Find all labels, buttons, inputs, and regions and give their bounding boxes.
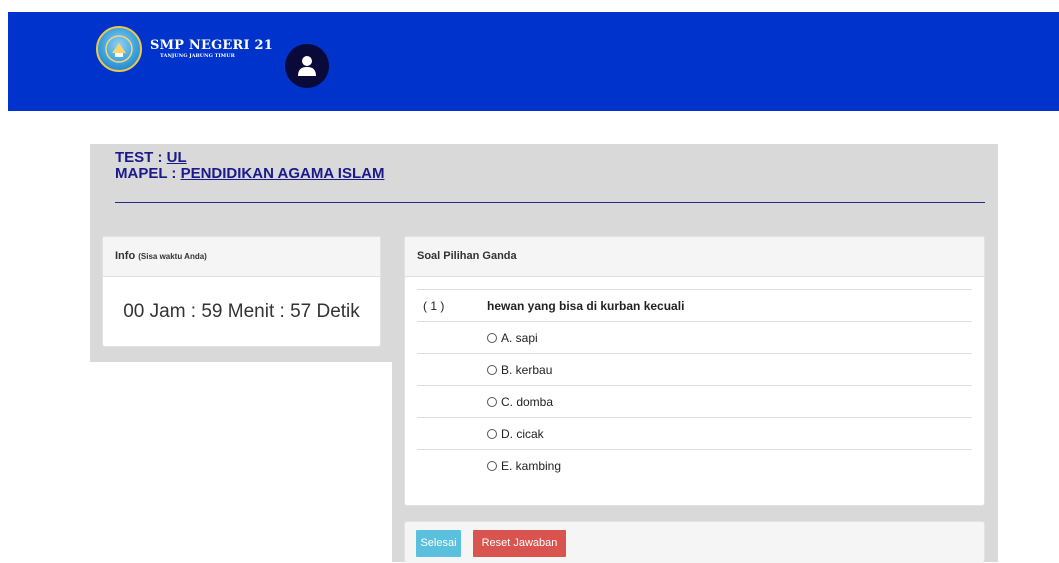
- option-label: B. kerbau: [501, 362, 553, 377]
- option-label: E. kambing: [501, 458, 562, 473]
- radio-button[interactable]: [487, 460, 497, 471]
- question-number: ( 1 ): [423, 298, 445, 313]
- option-row: E. kambing: [417, 449, 972, 481]
- question-table: ( 1 ) hewan yang bisa di kurban kecuali …: [417, 289, 972, 481]
- option-e[interactable]: E. kambing: [487, 459, 561, 473]
- radio-button[interactable]: [487, 364, 497, 375]
- option-d[interactable]: D. cicak: [487, 427, 544, 441]
- question-text: hewan yang bisa di kurban kecuali: [487, 298, 685, 313]
- question-card: Soal Pilihan Ganda ( 1 ) hewan yang bisa…: [404, 236, 985, 506]
- test-label: TEST :: [115, 149, 167, 166]
- info-subtitle: (Sisa waktu Anda): [138, 252, 207, 261]
- school-name: SMP NEGERI 21: [150, 38, 273, 53]
- option-row: D. cicak: [417, 417, 972, 449]
- option-row: B. kerbau: [417, 353, 972, 385]
- radio-button[interactable]: [487, 428, 497, 439]
- countdown-timer: 00 Jam : 59 Menit : 57 Detik: [123, 301, 360, 322]
- option-row: C. domba: [417, 385, 972, 417]
- option-label: A. sapi: [501, 330, 538, 345]
- divider: [115, 202, 985, 203]
- option-label: C. domba: [501, 394, 554, 409]
- option-c[interactable]: C. domba: [487, 395, 553, 409]
- question-row: ( 1 ) hewan yang bisa di kurban kecuali: [417, 289, 972, 321]
- finish-button[interactable]: Selesai: [416, 530, 461, 557]
- test-value: UL: [166, 149, 187, 166]
- radio-button[interactable]: [487, 332, 497, 343]
- info-title: Info: [115, 250, 139, 262]
- school-emblem-icon: [96, 26, 142, 72]
- radio-button[interactable]: [487, 396, 497, 407]
- user-icon: [298, 56, 316, 76]
- info-card-header: Info (Sisa waktu Anda): [103, 237, 380, 277]
- school-logo[interactable]: SMP NEGERI 21 TANJUNG JABUNG TIMUR: [96, 26, 273, 72]
- option-row: A. sapi: [417, 321, 972, 353]
- option-label: D. cicak: [501, 426, 544, 441]
- action-bar: Selesai Reset Jawaban: [404, 521, 985, 563]
- option-a[interactable]: A. sapi: [487, 331, 538, 345]
- info-card: Info (Sisa waktu Anda) 00 Jam : 59 Menit…: [102, 236, 381, 347]
- question-card-header: Soal Pilihan Ganda: [405, 237, 984, 277]
- school-location: TANJUNG JABUNG TIMUR: [160, 53, 235, 59]
- test-header: TEST : UL MAPEL : PENDIDIKAN AGAMA ISLAM: [115, 150, 384, 182]
- reset-answer-button[interactable]: Reset Jawaban: [473, 530, 566, 557]
- user-avatar[interactable]: [285, 44, 329, 88]
- mapel-label: MAPEL :: [115, 165, 181, 182]
- option-b[interactable]: B. kerbau: [487, 363, 552, 377]
- mapel-value: PENDIDIKAN AGAMA ISLAM: [180, 165, 385, 182]
